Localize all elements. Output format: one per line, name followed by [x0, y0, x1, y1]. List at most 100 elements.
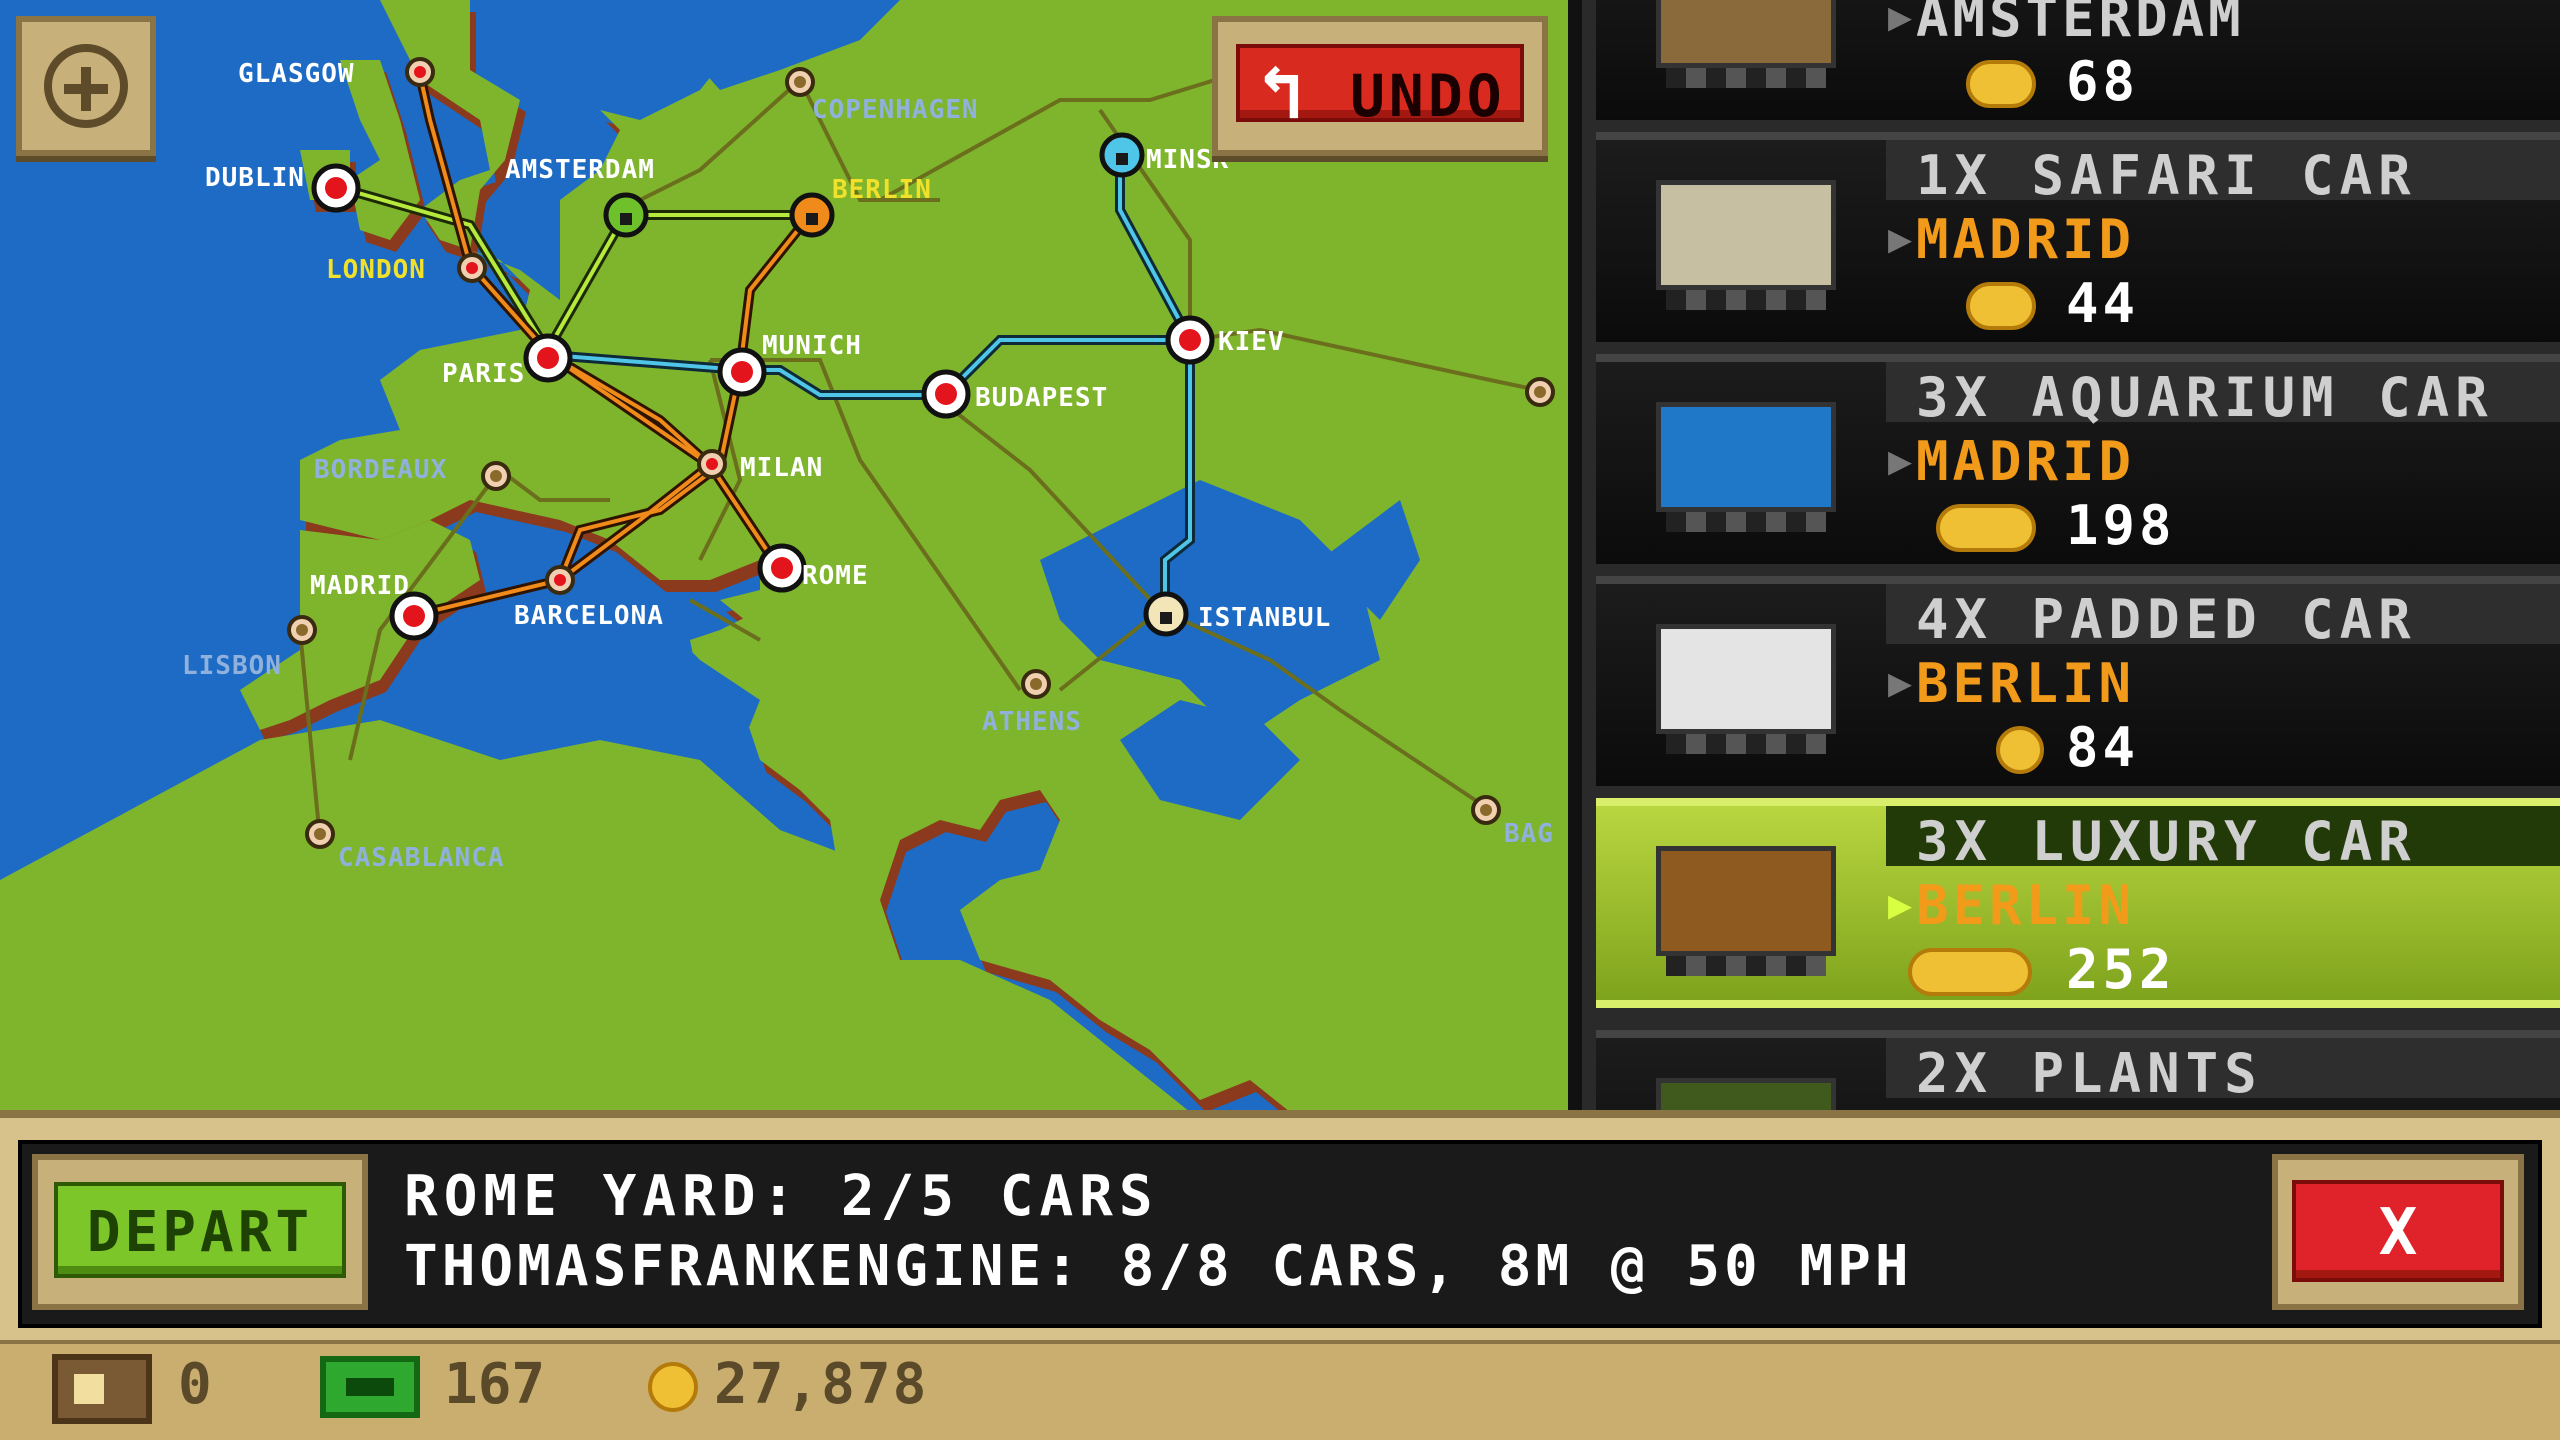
car-list-item[interactable]: 4X PADDED CAR ▶ BERLIN 84	[1596, 576, 2560, 786]
city-marker-dot	[706, 458, 718, 470]
undo-arrow-icon: ↰	[1258, 47, 1304, 136]
car-wheels	[1666, 68, 1826, 88]
city-marker-dot	[771, 557, 793, 579]
car-list-item[interactable]: 1X SAFARI CAR ▶ MADRID 44	[1596, 132, 2560, 342]
car-destination: BERLIN	[1916, 874, 2136, 937]
city-label-copenhagen[interactable]: COPENHAGEN	[812, 95, 979, 125]
car-destination: MADRID	[1916, 430, 2136, 493]
crate-icon	[52, 1354, 152, 1424]
city-label-paris[interactable]: PARIS	[442, 359, 525, 389]
city-marker-dot	[296, 624, 308, 636]
cash-count: 167	[444, 1352, 546, 1417]
coin-icon	[648, 1362, 698, 1412]
undo-label: UNDO	[1350, 62, 1506, 130]
city-marker-dot	[466, 262, 478, 274]
arrow-right-icon: ▶	[1888, 438, 1913, 484]
car-wheels	[1666, 290, 1826, 310]
city-label-rome[interactable]: ROME	[802, 561, 869, 591]
close-button[interactable]: X	[2272, 1154, 2524, 1310]
car-wheels	[1666, 512, 1826, 532]
car-title: 4X PADDED CAR	[1916, 588, 2417, 651]
arrow-right-icon: ▶	[1888, 882, 1913, 928]
car-value: 198	[2066, 494, 2176, 557]
city-marker-dot	[554, 574, 566, 586]
car-value: 68	[2066, 50, 2140, 113]
car-title: 1X SAFARI CAR	[1916, 144, 2417, 207]
city-label-dublin[interactable]: DUBLIN	[205, 163, 305, 193]
station-door	[620, 213, 632, 225]
coin-stack-icon	[1966, 60, 2036, 108]
city-marker-dot	[794, 76, 806, 88]
city-label-glasgow[interactable]: GLASGOW	[238, 59, 355, 89]
depart-label: DEPART	[86, 1200, 314, 1265]
crate-count: 0	[178, 1352, 212, 1417]
car-title: 3X LUXURY CAR	[1916, 810, 2417, 873]
city-marker-dot	[935, 383, 957, 405]
city-label-lisbon[interactable]: LISBON	[182, 651, 282, 681]
city-marker-dot	[414, 66, 426, 78]
coin-count: 27,878	[714, 1352, 929, 1417]
city-label-athens[interactable]: ATHENS	[982, 707, 1082, 737]
car-destination: MADRID	[1916, 208, 2136, 271]
car-value: 252	[2066, 938, 2176, 1001]
aquarium-car-thumbnail	[1656, 402, 1836, 512]
car-list-item-selected[interactable]: 3X LUXURY CAR ▶ BERLIN 252	[1596, 798, 2560, 1008]
engine-status-text: THOMASFRANKENGINE: 8/8 CARS, 8M @ 50 MPH	[404, 1234, 1913, 1299]
coin-stack-icon	[1908, 948, 2032, 996]
zoom-in-button[interactable]	[16, 16, 156, 156]
car-destination: AMSTERDAM	[1916, 0, 2245, 49]
city-marker-dot	[731, 361, 753, 383]
car-title: 2X PLANTS	[1916, 1042, 2263, 1105]
depart-button[interactable]: DEPART	[32, 1154, 368, 1310]
close-icon: X	[2378, 1196, 2418, 1270]
city-marker-dot	[1030, 678, 1042, 690]
city-marker-dot	[1480, 804, 1492, 816]
city-marker-dot	[537, 347, 559, 369]
safari-car-thumbnail	[1656, 180, 1836, 290]
car-list-panel[interactable]: ▶ AMSTERDAM 68 1X SAFARI CAR ▶ MADRID 44…	[1568, 0, 2560, 1240]
city-label-bag[interactable]: BAG	[1504, 819, 1554, 849]
city-marker-dot	[490, 470, 502, 482]
cash-icon	[320, 1356, 420, 1418]
city-label-istanbul[interactable]: ISTANBUL	[1198, 603, 1331, 633]
coin-stack-icon	[1936, 504, 2036, 552]
car-value: 84	[2066, 716, 2140, 779]
city-label-kiev[interactable]: KIEV	[1218, 327, 1285, 357]
city-label-budapest[interactable]: BUDAPEST	[975, 383, 1108, 413]
station-door	[1116, 153, 1128, 165]
arrow-right-icon: ▶	[1888, 660, 1913, 706]
car-destination: BERLIN	[1916, 652, 2136, 715]
car-value: 44	[2066, 272, 2140, 335]
car-thumbnail	[1656, 0, 1836, 68]
car-list-item[interactable]: 3X AQUARIUM CAR ▶ MADRID 198	[1596, 354, 2560, 564]
world-map[interactable]: GLASGOW DUBLIN LONDON AMSTERDAM COPENHAG…	[0, 0, 1568, 1120]
city-label-london[interactable]: LONDON	[326, 255, 426, 285]
city-label-madrid[interactable]: MADRID	[310, 571, 410, 601]
arrow-right-icon: ▶	[1888, 0, 1913, 40]
coin-stack-icon	[1966, 282, 2036, 330]
city-label-casablanca[interactable]: CASABLANCA	[338, 843, 505, 873]
city-label-barcelona[interactable]: BARCELONA	[514, 601, 664, 631]
coin-icon	[1996, 726, 2044, 774]
city-marker-dot	[403, 605, 425, 627]
city-marker-dot	[325, 177, 347, 199]
luxury-car-thumbnail	[1656, 846, 1836, 956]
yard-status-text: ROME YARD: 2/5 CARS	[404, 1164, 1159, 1229]
city-marker-dot	[314, 828, 326, 840]
undo-button[interactable]: ↰ UNDO	[1212, 16, 1548, 156]
car-title: 3X AQUARIUM CAR	[1916, 366, 2494, 429]
city-marker-dot	[1179, 329, 1201, 351]
car-wheels	[1666, 956, 1826, 976]
station-door	[1160, 612, 1172, 624]
train-dialog	[0, 1110, 2560, 1340]
city-label-berlin[interactable]: BERLIN	[832, 175, 932, 205]
city-marker-dot	[1534, 386, 1546, 398]
city-label-munich[interactable]: MUNICH	[762, 331, 862, 361]
city-label-amsterdam[interactable]: AMSTERDAM	[505, 155, 655, 185]
city-label-bordeaux[interactable]: BORDEAUX	[314, 455, 447, 485]
padded-car-thumbnail	[1656, 624, 1836, 734]
car-list-item[interactable]: ▶ AMSTERDAM 68	[1596, 0, 2560, 120]
station-door	[806, 213, 818, 225]
city-label-milan[interactable]: MILAN	[740, 453, 823, 483]
car-wheels	[1666, 734, 1826, 754]
